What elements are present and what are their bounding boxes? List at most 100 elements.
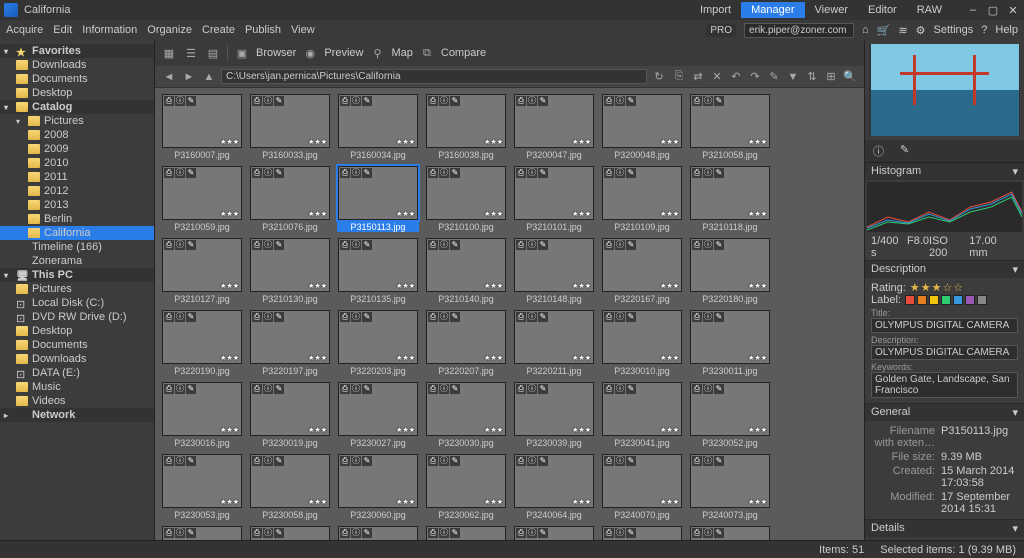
tree-thispc[interactable]: ▾This PC (0, 268, 154, 282)
tree-year-2010[interactable]: 2010 (0, 156, 154, 170)
nav-forward-icon[interactable]: ► (181, 69, 197, 85)
thumbnail[interactable]: ⎙ⓘ✎★★★P3150113.jpg (337, 166, 419, 232)
tree-pc-videos[interactable]: Videos (0, 394, 154, 408)
tree-favorites[interactable]: ▾Favorites (0, 44, 154, 58)
thumbnail[interactable]: ⎙ⓘ✎★★★P3210135.jpg (337, 238, 419, 304)
tool-rotate-right-icon[interactable]: ↷ (747, 69, 763, 85)
thumbnail[interactable]: ⎙ⓘ✎★★★P3230058.jpg (249, 454, 331, 520)
nav-up-icon[interactable]: ▲ (201, 69, 217, 85)
path-input[interactable]: C:\Users\jan.pernica\Pictures\California (221, 69, 647, 84)
thumbnail[interactable]: ⎙ⓘ✎★★★P3160034.jpg (337, 94, 419, 160)
thumbnail[interactable]: ⎙ⓘ✎★★★P3210058.jpg (689, 94, 771, 160)
description-header[interactable]: Description▾ (865, 261, 1024, 278)
tree-pc-dvd[interactable]: DVD RW Drive (D:) (0, 310, 154, 324)
view-tiles-icon[interactable]: ▤ (205, 45, 221, 61)
panel-tab-info-icon[interactable]: ⓘ (865, 140, 892, 162)
menu-acquire[interactable]: Acquire (6, 24, 43, 36)
menu-information[interactable]: Information (82, 24, 137, 36)
menu-publish[interactable]: Publish (245, 24, 281, 36)
tool-search-icon[interactable]: 🔍 (842, 69, 858, 85)
help-link[interactable]: Help (995, 24, 1018, 36)
tree-network[interactable]: ▸Network (0, 408, 154, 422)
compare-tab-icon[interactable]: ⧉ (419, 45, 435, 61)
histogram-header[interactable]: Histogram▾ (865, 163, 1024, 180)
thumbnail[interactable]: ⎙ⓘ✎★★★P3210109.jpg (601, 166, 683, 232)
tree-year-2008[interactable]: 2008 (0, 128, 154, 142)
tab-raw[interactable]: RAW (907, 2, 952, 18)
tree-pc-data[interactable]: DATA (E:) (0, 366, 154, 380)
thumbnail[interactable]: ⎙ⓘ✎★★★P3220167.jpg (601, 238, 683, 304)
thumbnail[interactable]: ⎙ⓘ✎★★★P3220180.jpg (689, 238, 771, 304)
thumbnail[interactable]: ⎙ⓘ✎★★★P3240064.jpg (513, 454, 595, 520)
tree-year-2009[interactable]: 2009 (0, 142, 154, 156)
thumbnail[interactable]: ⎙ⓘ✎★★★P3230060.jpg (337, 454, 419, 520)
tool-filter-icon[interactable]: ▼ (785, 69, 801, 85)
rating-stars[interactable]: ★★★☆☆ (910, 281, 964, 294)
thumbnail[interactable]: ⎙ⓘ✎★★★P3230039.jpg (513, 382, 595, 448)
tree-zonerama[interactable]: Zonerama (0, 254, 154, 268)
tree-pc-pictures[interactable]: Pictures (0, 282, 154, 296)
thumbnail[interactable]: ⎙ⓘ✎★★★P3210148.jpg (513, 238, 595, 304)
tool-rotate-left-icon[interactable]: ↶ (728, 69, 744, 85)
tree-california[interactable]: California (0, 226, 154, 240)
tab-manager[interactable]: Manager (741, 2, 804, 18)
account-search-input[interactable] (744, 23, 854, 38)
thumbnail[interactable]: ⎙ⓘ✎★★★P3240092.jpg (601, 526, 683, 540)
minimize-icon[interactable]: – (966, 4, 980, 17)
thumbnail[interactable]: ⎙ⓘ✎★★★P3230016.jpg (161, 382, 243, 448)
tool-rename-icon[interactable]: ✎ (766, 69, 782, 85)
thumbnail[interactable]: ⎙ⓘ✎★★★P3240095.jpg (689, 526, 771, 540)
tree-catalog[interactable]: ▾Catalog (0, 100, 154, 114)
tree-pictures[interactable]: ▾Pictures (0, 114, 154, 128)
thumbnail[interactable]: ⎙ⓘ✎★★★P3240070.jpg (601, 454, 683, 520)
color-labels[interactable] (905, 295, 987, 305)
thumbnail[interactable]: ⎙ⓘ✎★★★P3230062.jpg (425, 454, 507, 520)
thumbnail-grid[interactable]: ⎙ⓘ✎★★★P3160007.jpg⎙ⓘ✎★★★P3160033.jpg⎙ⓘ✎★… (155, 88, 864, 540)
tree-year-2013[interactable]: 2013 (0, 198, 154, 212)
panel-tab-edit-icon[interactable]: ✎ (892, 140, 917, 162)
thumbnail[interactable]: ⎙ⓘ✎★★★P3220207.jpg (425, 310, 507, 376)
tree-pc-downloads[interactable]: Downloads (0, 352, 154, 366)
browser-tab-icon[interactable]: ▣ (234, 45, 250, 61)
thumbnail[interactable]: ⎙ⓘ✎★★★P3230052.jpg (689, 382, 771, 448)
tree-pc-desktop[interactable]: Desktop (0, 324, 154, 338)
map-tab[interactable]: Map (391, 47, 412, 59)
tool-delete-icon[interactable]: ✕ (709, 69, 725, 85)
browser-tab[interactable]: Browser (256, 47, 296, 59)
details-header[interactable]: Details▾ (865, 520, 1024, 537)
tree-pc-localdisk[interactable]: Local Disk (C:) (0, 296, 154, 310)
settings-link[interactable]: Settings (934, 24, 974, 36)
tree-year-2012[interactable]: 2012 (0, 184, 154, 198)
preview-tab-icon[interactable]: ◉ (302, 45, 318, 61)
refresh-icon[interactable]: ↻ (651, 69, 667, 85)
thumbnail[interactable]: ⎙ⓘ✎★★★P3230053.jpg (161, 454, 243, 520)
menu-organize[interactable]: Organize (147, 24, 192, 36)
preview-pane[interactable] (869, 44, 1020, 136)
rss-icon[interactable]: ≋ (898, 24, 907, 37)
thumbnail[interactable]: ⎙ⓘ✎★★★P3210140.jpg (425, 238, 507, 304)
menu-view[interactable]: View (291, 24, 315, 36)
thumbnail[interactable]: ⎙ⓘ✎★★★P3240083.jpg (337, 526, 419, 540)
cart-icon[interactable]: 🛒 (877, 24, 891, 37)
tree-berlin[interactable]: Berlin (0, 212, 154, 226)
home-icon[interactable]: ⌂ (862, 24, 869, 36)
tree-pc-documents[interactable]: Documents (0, 338, 154, 352)
thumbnail[interactable]: ⎙ⓘ✎★★★P3160033.jpg (249, 94, 331, 160)
thumbnail[interactable]: ⎙ⓘ✎★★★P3240074.jpg (161, 526, 243, 540)
thumbnail[interactable]: ⎙ⓘ✎★★★P3210130.jpg (249, 238, 331, 304)
thumbnail[interactable]: ⎙ⓘ✎★★★P3200047.jpg (513, 94, 595, 160)
thumbnail[interactable]: ⎙ⓘ✎★★★P3220197.jpg (249, 310, 331, 376)
tool-sort-icon[interactable]: ⇅ (804, 69, 820, 85)
tool-move-icon[interactable]: ⇄ (690, 69, 706, 85)
thumbnail[interactable]: ⎙ⓘ✎★★★P3230027.jpg (337, 382, 419, 448)
tree-year-2011[interactable]: 2011 (0, 170, 154, 184)
tree-timeline[interactable]: Timeline (166) (0, 240, 154, 254)
thumbnail[interactable]: ⎙ⓘ✎★★★P3160007.jpg (161, 94, 243, 160)
view-details-icon[interactable]: ☰ (183, 45, 199, 61)
thumbnail[interactable]: ⎙ⓘ✎★★★P3230011.jpg (689, 310, 771, 376)
map-tab-icon[interactable]: ⚲ (369, 45, 385, 61)
tool-batch-icon[interactable]: ⊞ (823, 69, 839, 85)
keywords-field[interactable]: Golden Gate, Landscape, San Francisco (871, 372, 1018, 398)
thumbnail[interactable]: ⎙ⓘ✎★★★P3220203.jpg (337, 310, 419, 376)
view-thumbnails-icon[interactable]: ▦ (161, 45, 177, 61)
